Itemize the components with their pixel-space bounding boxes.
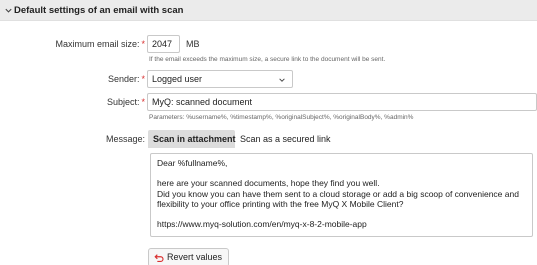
chevron-down-icon bbox=[5, 8, 12, 13]
revert-values-label: Revert values bbox=[167, 252, 223, 262]
tab-scan-in-attachment[interactable]: Scan in attachment bbox=[148, 130, 236, 148]
max-email-size-label: Maximum email size: * bbox=[55, 39, 145, 49]
message-line: here are your scanned documents, hope th… bbox=[157, 178, 380, 189]
undo-icon bbox=[154, 254, 164, 262]
subject-input[interactable]: MyQ: scanned document bbox=[147, 93, 537, 111]
message-textarea[interactable]: Dear %fullname%, here are your scanned d… bbox=[150, 153, 533, 237]
sender-label: Sender: * bbox=[107, 74, 145, 84]
message-line: https://www.myq-solution.com/en/myq-x-8-… bbox=[157, 219, 367, 230]
message-line bbox=[157, 209, 526, 219]
message-line: Did you know you can have them sent to a… bbox=[157, 188, 519, 199]
message-label: Message: bbox=[105, 134, 145, 144]
section-title: Default settings of an email with scan bbox=[14, 5, 184, 16]
tab-scan-as-secured-link[interactable]: Scan as a secured link bbox=[235, 130, 336, 148]
revert-values-button[interactable]: Revert values bbox=[148, 248, 230, 265]
subject-label: Subject: * bbox=[106, 97, 145, 107]
section-header[interactable]: Default settings of an email with scan bbox=[0, 0, 537, 21]
required-mark: * bbox=[141, 97, 145, 107]
required-mark: * bbox=[141, 39, 145, 49]
sender-value: Logged user bbox=[152, 74, 203, 84]
chevron-down-icon bbox=[279, 78, 285, 82]
message-line: Dear %fullname%, bbox=[157, 158, 228, 168]
subject-parameters-hint: Parameters: %username%, %timestamp%, %or… bbox=[149, 114, 414, 121]
required-mark: * bbox=[141, 74, 145, 84]
message-line: flexibility to your office printing with… bbox=[157, 198, 404, 209]
sender-select[interactable]: Logged user bbox=[147, 70, 293, 88]
max-email-size-input[interactable]: 2047 bbox=[147, 35, 180, 53]
message-line bbox=[157, 168, 526, 178]
size-unit: MB bbox=[186, 39, 200, 49]
max-size-hint: If the email exceeds the maximum size, a… bbox=[149, 56, 386, 63]
